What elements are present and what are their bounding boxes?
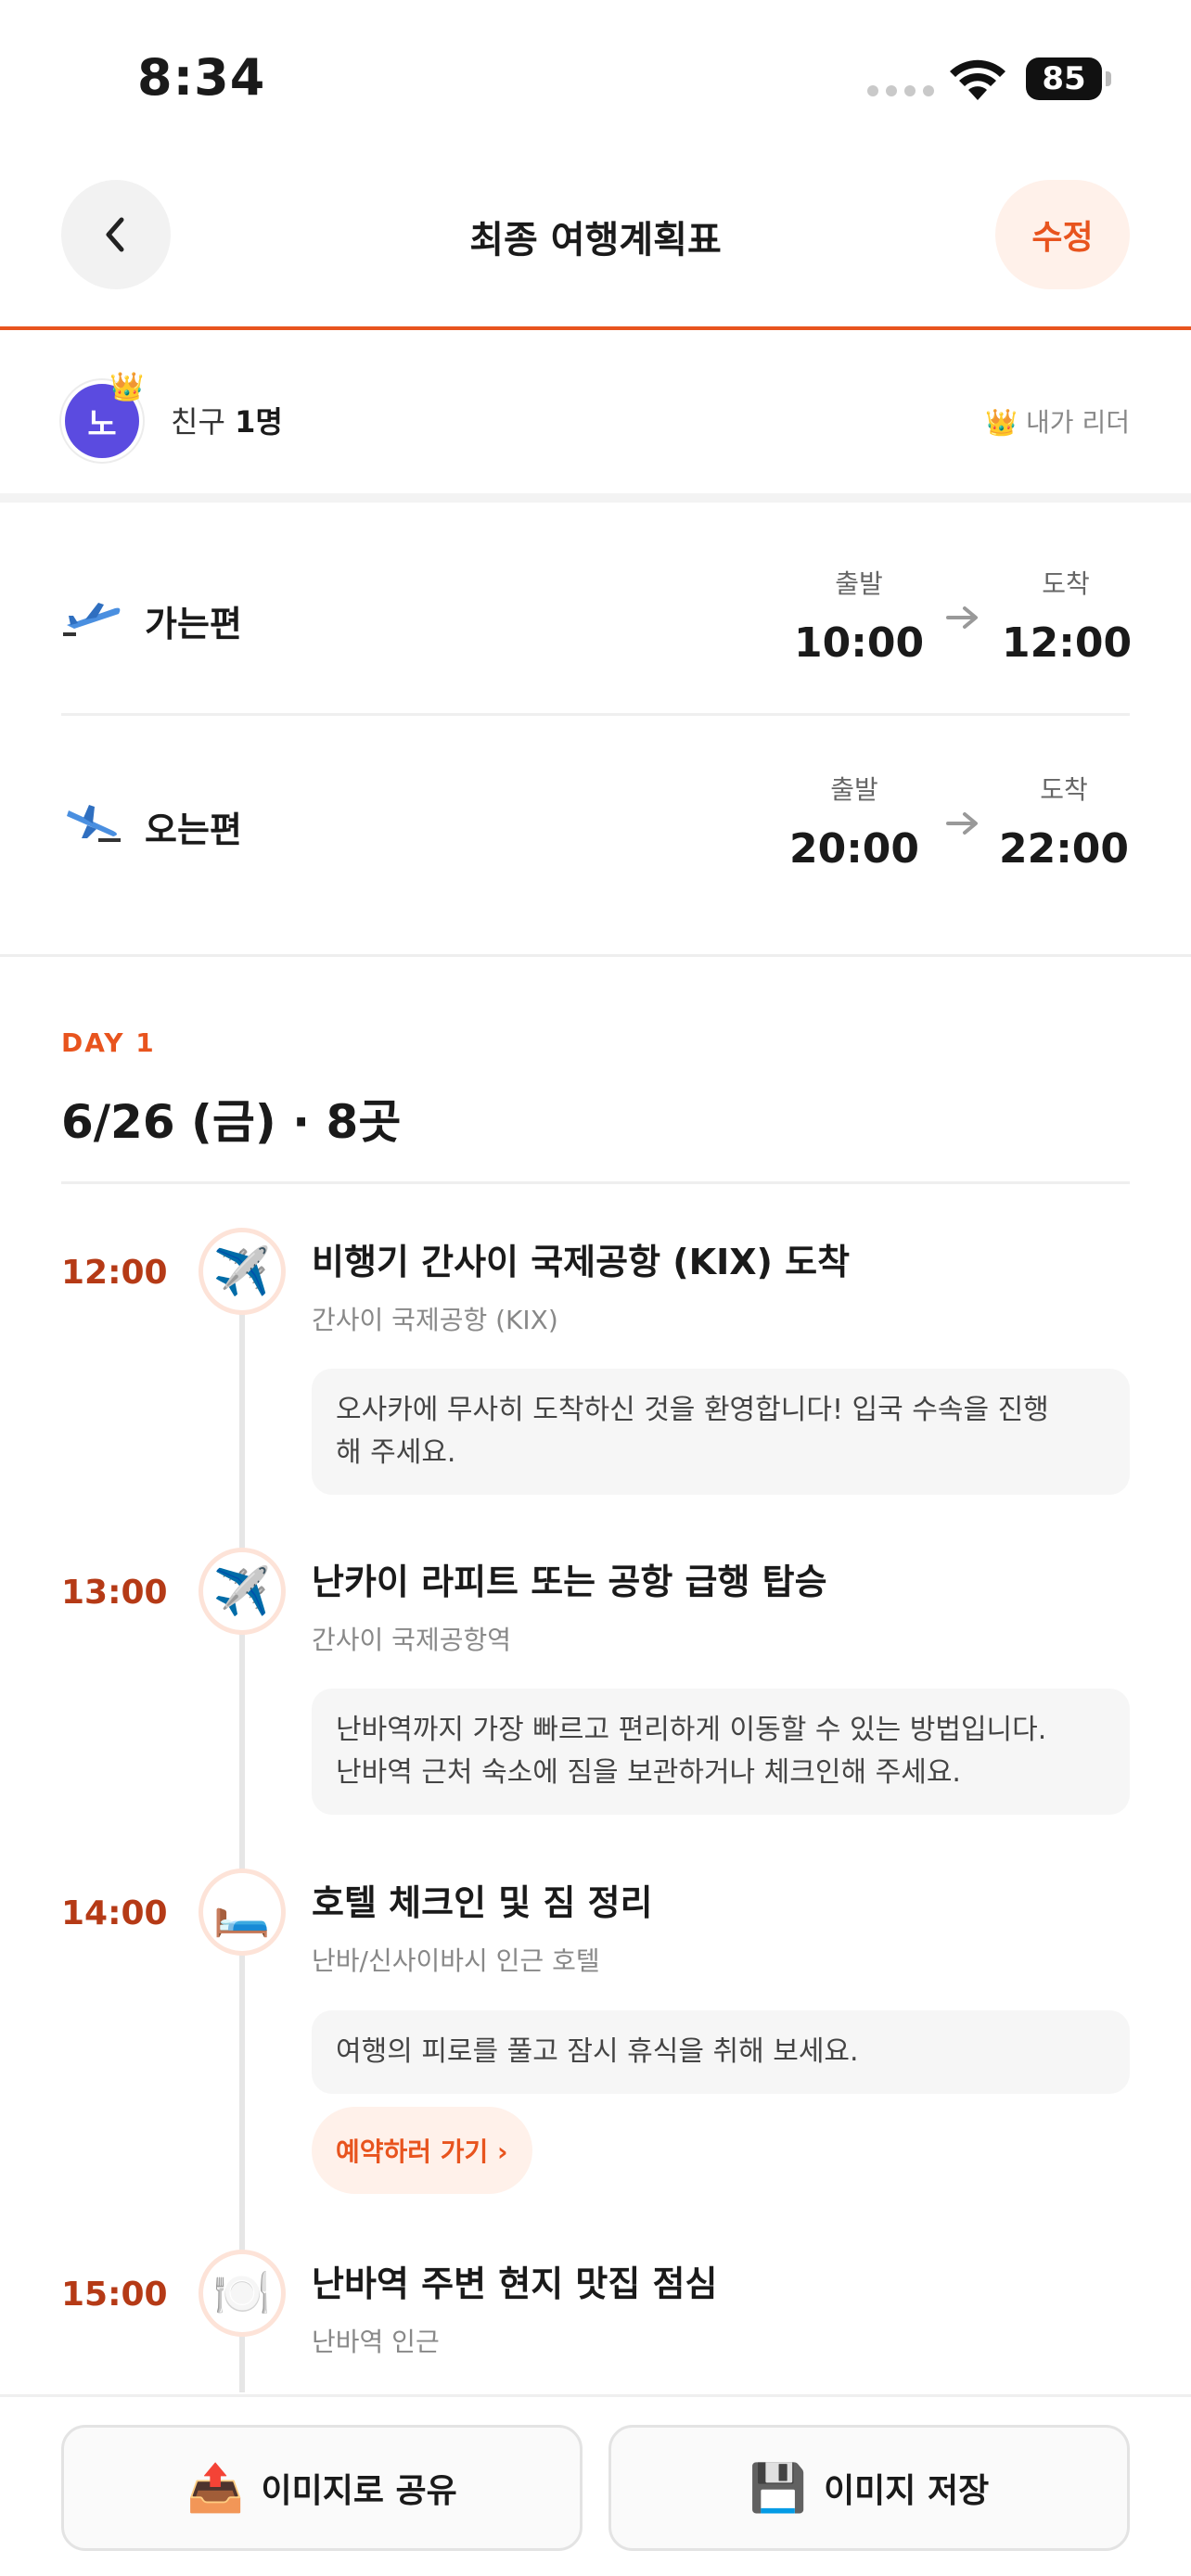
depart-caption: 출발 <box>830 774 878 805</box>
note-line: 해 주세요. <box>336 1436 456 1469</box>
outbound-arrive: 도착 12:00 <box>1002 564 1133 667</box>
depart-time: 20:00 <box>788 825 920 873</box>
timeline-title[interactable]: 난바역 주변 현지 맛집 점심 <box>312 2255 717 2306</box>
timeline-location: 간사이 국제공항역 <box>312 1625 511 1655</box>
edit-button[interactable]: 수정 <box>995 180 1130 289</box>
timeline-time: 14:00 <box>61 1894 168 1932</box>
airplane-icon: ✈️ <box>198 1548 286 1635</box>
inbound-arrive: 도착 22:00 <box>998 770 1130 873</box>
timeline-location: 간사이 국제공항 (KIX) <box>312 1305 558 1335</box>
inbound-depart: 출발 20:00 <box>783 770 926 873</box>
save-label: 이미지 저장 <box>824 2472 990 2510</box>
plate-icon: 🍽️ <box>198 2250 286 2337</box>
reserve-button[interactable]: 예약하러 가기 › <box>312 2107 532 2194</box>
crown-icon: 👑 <box>109 371 145 403</box>
depart-time: 10:00 <box>794 619 925 667</box>
timeline-time: 12:00 <box>61 1254 168 1292</box>
timeline-title[interactable]: 난카이 라피트 또는 공항 급행 탑승 <box>312 1553 827 1604</box>
divider <box>61 1181 1130 1184</box>
save-image-button[interactable]: 💾 이미지 저장 <box>608 2425 1130 2551</box>
airplane-icon: ✈️ <box>198 1228 286 1315</box>
timeline-location: 난바역 인근 <box>312 2327 440 2357</box>
wifi-icon <box>950 59 1005 100</box>
timeline-time: 15:00 <box>61 2276 168 2314</box>
bed-icon: 🛏️ <box>198 1868 286 1956</box>
note-line: 난바역 근처 숙소에 짐을 보관하거나 체크인해 주세요. <box>336 1756 961 1789</box>
arrive-time: 22:00 <box>998 825 1130 873</box>
arrive-caption: 도착 <box>1042 568 1090 599</box>
day-label: DAY 1 <box>61 1027 156 1058</box>
friends-prefix: 친구 <box>171 404 236 440</box>
outbound-label: 가는편 <box>145 604 242 644</box>
status-bar: 8:34 85 <box>0 0 1191 158</box>
share-image-button[interactable]: 📤 이미지로 공유 <box>61 2425 583 2551</box>
flights-section: 가는편 출발 10:00 도착 12:00 오는편 출발 20:00 도착 22… <box>0 512 1191 957</box>
timeline-line <box>239 1270 245 2392</box>
outbound-flight-row: 가는편 출발 10:00 도착 12:00 <box>61 512 1133 716</box>
arrow-right-icon <box>946 812 978 835</box>
timeline-location: 난바/신사이바시 인근 호텔 <box>312 1945 600 1976</box>
leader-badge: 👑 내가 리더 <box>985 407 1130 438</box>
bottom-action-bar: 📤 이미지로 공유 💾 이미지 저장 <box>0 2394 1191 2576</box>
note-line: 오사카에 무사히 도착하신 것을 환영합니다! 입국 수속을 진행 <box>336 1394 1049 1426</box>
share-label: 이미지로 공유 <box>261 2472 457 2510</box>
outbox-tray-icon: 📤 <box>186 2460 245 2515</box>
cellular-signal-icon <box>867 85 934 96</box>
inbound-label: 오는편 <box>145 810 242 850</box>
airplane-departure-icon <box>63 603 121 636</box>
note-line: 난바역까지 가장 빠르고 편리하게 이동할 수 있는 방법입니다. <box>336 1714 1047 1746</box>
floppy-disk-icon: 💾 <box>749 2460 808 2515</box>
timeline-note: 오사카에 무사히 도착하신 것을 환영합니다! 입국 수속을 진행 해 주세요. <box>312 1369 1130 1495</box>
arrow-right-icon <box>946 606 978 629</box>
battery-level: 85 <box>1026 57 1102 100</box>
arrive-time: 12:00 <box>1002 619 1133 667</box>
note-line: 여행의 피로를 풀고 잠시 휴식을 취해 보세요. <box>336 2035 859 2068</box>
airplane-arrival-icon <box>67 805 121 842</box>
timeline-note: 난바역까지 가장 빠르고 편리하게 이동할 수 있는 방법입니다. 난바역 근처… <box>312 1689 1130 1815</box>
members-row: 노 👑 친구 1명 👑 내가 리더 <box>0 334 1191 503</box>
timeline-title[interactable]: 비행기 간사이 국제공항 (KIX) 도착 <box>312 1233 850 1284</box>
status-time: 8:34 <box>137 48 266 107</box>
timeline-time: 13:00 <box>61 1574 168 1612</box>
timeline-note: 여행의 피로를 풀고 잠시 휴식을 취해 보세요. <box>312 2010 1130 2094</box>
battery-icon: 85 <box>1026 57 1111 100</box>
inbound-flight-row: 오는편 출발 20:00 도착 22:00 <box>61 718 1130 922</box>
timeline-title[interactable]: 호텔 체크인 및 짐 정리 <box>312 1874 653 1925</box>
header: 최종 여행계획표 수정 <box>0 158 1191 330</box>
day-title: 6/26 (금) · 8곳 <box>61 1095 402 1149</box>
depart-caption: 출발 <box>835 568 883 599</box>
friends-number: 1명 <box>235 404 283 440</box>
outbound-depart: 출발 10:00 <box>794 564 924 667</box>
friends-count: 친구 1명 <box>171 399 283 441</box>
arrive-caption: 도착 <box>1040 774 1088 805</box>
